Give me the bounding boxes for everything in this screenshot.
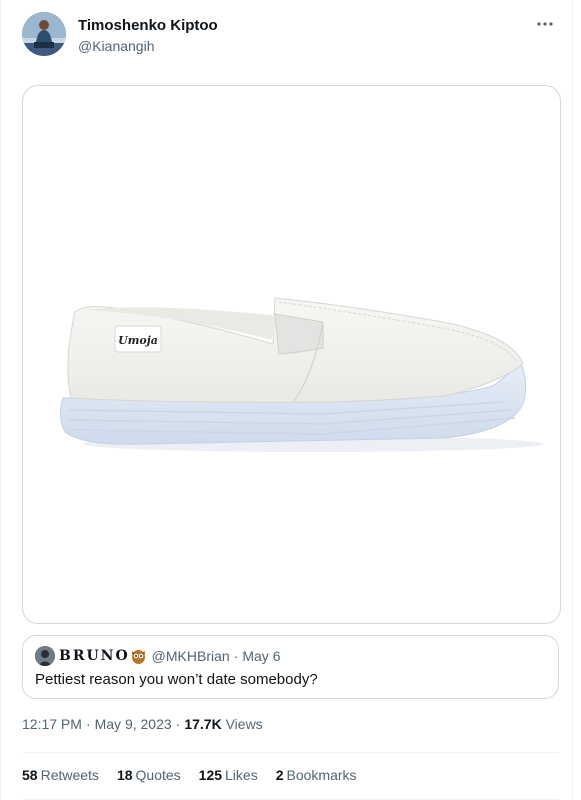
tweet-media-image[interactable]: Umoja	[22, 85, 561, 624]
tweet-meta: 12:17 PM · May 9, 2023 · 17.7K Views	[22, 716, 263, 732]
likes-count: 125	[198, 767, 223, 783]
meta-separator: ·	[85, 716, 91, 732]
quotes-count: 18	[116, 767, 133, 783]
retweets-stat[interactable]: 58 Retweets	[22, 767, 99, 783]
brand-label: Umoja	[118, 334, 158, 347]
author-avatar[interactable]	[22, 12, 66, 56]
author-handle[interactable]: @Kianangih	[78, 37, 218, 56]
quoted-tweet[interactable]: BRUNO @MKHBrian · May 6 Pettiest reason …	[22, 635, 559, 699]
likes-label: Likes	[225, 767, 258, 783]
bookmarks-count: 2	[275, 767, 284, 783]
likes-stat[interactable]: 125 Likes	[199, 767, 258, 783]
tweet-time[interactable]: 12:17 PM	[22, 716, 82, 732]
quoted-author-avatar	[35, 646, 55, 666]
retweets-label: Retweets	[40, 767, 99, 783]
quoted-date: May 6	[242, 648, 281, 664]
quoted-author-name: BRUNO	[59, 648, 130, 664]
quoted-separator: ·	[233, 648, 239, 664]
left-border	[0, 0, 1, 800]
quotes-label: Quotes	[135, 767, 181, 783]
quotes-stat[interactable]: 18 Quotes	[117, 767, 181, 783]
quoted-author-handle: @MKHBrian	[151, 648, 230, 664]
shoe-image: Umoja	[59, 297, 543, 452]
divider	[22, 752, 559, 753]
more-options-button[interactable]	[530, 12, 560, 36]
author-display-name[interactable]: Timoshenko Kiptoo	[78, 16, 218, 35]
retweets-count: 58	[22, 767, 38, 783]
bookmarks-label: Bookmarks	[286, 767, 357, 783]
more-horizontal-icon	[537, 22, 553, 26]
views-label: Views	[225, 716, 263, 732]
views-count: 17.7K	[184, 716, 222, 732]
meta-separator-2: ·	[175, 716, 181, 732]
tweet-header: Timoshenko Kiptoo @Kianangih	[22, 12, 562, 62]
tweet-stats: 58 Retweets 18 Quotes 125 Likes 2 Bookmarks	[22, 767, 375, 783]
tweet-date[interactable]: May 9, 2023	[95, 716, 172, 732]
bookmarks-stat[interactable]: 2 Bookmarks	[276, 767, 357, 783]
right-border	[572, 0, 573, 800]
owl-icon	[131, 648, 146, 664]
quoted-tweet-text: Pettiest reason you won’t date somebody?	[35, 671, 318, 688]
